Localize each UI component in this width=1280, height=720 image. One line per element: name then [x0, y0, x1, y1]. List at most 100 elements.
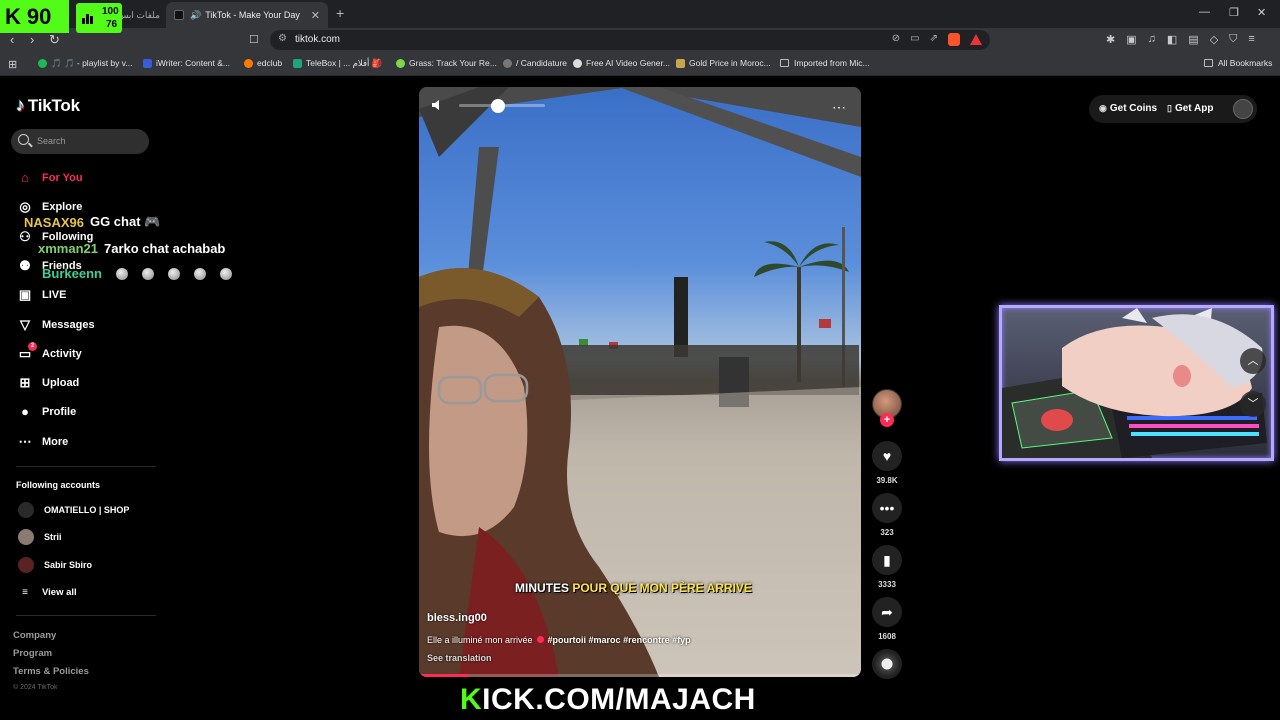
site-info-icon[interactable]: ⚙ [278, 33, 287, 44]
media-icon[interactable]: ♫ [1148, 33, 1156, 46]
video-description: Elle a illuminé mon arrivée #pourtoii #ma… [427, 635, 691, 645]
tab-label: TikTok - Make Your Day [205, 10, 300, 20]
extensions-icon[interactable]: ✱ [1106, 33, 1115, 46]
tab-audio-icon[interactable]: 🔊 [190, 10, 201, 21]
emote-icon [219, 267, 232, 280]
bookmark-telebox[interactable]: TeleBox | ... أفلام 🎒 [293, 58, 382, 69]
get-coins-button[interactable]: ◉ Get Coins [1099, 103, 1157, 114]
get-app-button[interactable]: ▯ Get App [1167, 103, 1213, 114]
browser-tab-active[interactable]: 🔊 TikTok - Make Your Day ✕ [166, 2, 328, 28]
share-action[interactable]: ➦ 1608 [872, 597, 902, 641]
more-icon: ⋯ [18, 434, 32, 449]
like-action[interactable]: ♥ 39.8K [872, 441, 902, 485]
search-input[interactable]: Search [11, 129, 149, 154]
menu-icon[interactable]: ≡ [1248, 33, 1254, 46]
following-account[interactable]: OMATIELLO | SHOP [18, 502, 129, 518]
new-tab-button[interactable]: + [336, 5, 344, 21]
live-icon: ▣ [18, 287, 32, 302]
video-player[interactable]: ⋯ MINUTES POUR QUE MON PÈRE ARRIVE bless… [419, 87, 861, 677]
nav-for-you[interactable]: ⌂ For You [16, 170, 82, 185]
bookmark-gold-price[interactable]: Gold Price in Moroc... [676, 58, 771, 68]
following-icon: ⚇ [19, 229, 31, 244]
top-right-actions: ◉ Get Coins ▯ Get App [1089, 95, 1257, 123]
nav-upload[interactable]: ⊞ Upload [16, 375, 80, 391]
stream-chat-line: NASAX96 GG chat 🎮 [24, 214, 161, 230]
prev-video-chevron-up-icon[interactable]: ︿ [1240, 348, 1266, 374]
bookmark-edclub[interactable]: edclub [244, 58, 282, 68]
emote-icon [193, 267, 206, 280]
nav-messages[interactable]: ▽ Messages [16, 317, 95, 333]
streamer-webcam-overlay [999, 305, 1274, 461]
all-bookmarks-button[interactable]: All Bookmarks [1204, 58, 1272, 68]
close-window-button[interactable]: ✕ [1257, 6, 1266, 19]
nav-explore[interactable]: ◎ Explore [16, 199, 82, 215]
video-more-icon[interactable]: ⋯ [832, 99, 847, 116]
divider [16, 466, 156, 467]
iwriter-icon [143, 58, 152, 68]
back-button[interactable]: ‹ [10, 32, 14, 48]
footer-company-link[interactable]: Company [13, 630, 56, 641]
video-progress-bar[interactable] [419, 674, 861, 677]
minimize-button[interactable]: — [1199, 6, 1210, 18]
follow-plus-button[interactable]: + [880, 413, 894, 427]
bookmark-playlist[interactable]: 🎵 🎵 - playlist by v... [38, 58, 132, 69]
brave-shields-icon[interactable] [948, 33, 960, 46]
user-avatar[interactable] [1233, 99, 1253, 119]
volume-knob[interactable] [491, 99, 505, 113]
sidebar-icon[interactable]: ◧ [1167, 33, 1177, 46]
volume-icon[interactable] [431, 99, 443, 111]
bookmark-imported-folder[interactable]: Imported from Mic... [780, 58, 870, 68]
folder-icon [1204, 59, 1213, 67]
vpn-icon[interactable]: ◇ [1210, 33, 1218, 46]
shield-icon[interactable]: ⛉ [1229, 33, 1237, 46]
bookmark-grass[interactable]: Grass: Track Your Re... [396, 58, 497, 68]
nav-more[interactable]: ⋯ More [16, 434, 69, 450]
footer-terms-link[interactable]: Terms & Policies [13, 666, 89, 677]
omnibox[interactable]: ⚙ tiktok.com ⊘ ▭ ⇗ [270, 30, 990, 50]
nav-activity[interactable]: ▭ 2 Activity [16, 342, 82, 362]
view-all-link[interactable]: ≡ View all [16, 587, 77, 598]
bookmark-page-icon[interactable]: ☐ [249, 32, 259, 48]
screenshot-icon[interactable]: ▣ [1126, 33, 1136, 46]
kick-follower-badge: K 90 [0, 0, 69, 33]
tab-close-icon[interactable]: ✕ [311, 9, 320, 22]
footer-program-link[interactable]: Program [13, 648, 52, 659]
wallet-icon[interactable]: ▤ [1188, 33, 1198, 46]
save-action[interactable]: ▮ 3333 [872, 545, 902, 589]
emote-row [115, 267, 232, 280]
folder-icon [780, 59, 789, 67]
following-account[interactable]: Sabir Sbiro [18, 557, 92, 573]
grass-icon [396, 58, 405, 68]
reload-button[interactable]: ↻ [49, 32, 60, 48]
bookmark-iwriter[interactable]: iWriter: Content &... [143, 58, 230, 68]
see-translation-link[interactable]: See translation [427, 653, 492, 663]
next-video-chevron-down-icon[interactable]: ﹀ [1240, 391, 1266, 417]
bookmark-candidature[interactable]: / Candidature [503, 58, 567, 68]
nav-live[interactable]: ▣ LIVE [16, 287, 67, 303]
nav-profile[interactable]: ● Profile [16, 404, 76, 419]
following-account[interactable]: Strii [18, 529, 62, 545]
video-username[interactable]: bless.ing00 [427, 612, 487, 624]
forward-button[interactable]: › [30, 32, 34, 48]
maximize-button[interactable]: ❐ [1229, 6, 1239, 19]
cast-icon[interactable]: ▭ [910, 33, 919, 46]
music-disc-icon[interactable] [872, 649, 902, 679]
share-icon[interactable]: ⇗ [930, 33, 938, 46]
bookmark-free-ai-video[interactable]: Free AI Video Gener... [573, 58, 670, 68]
omnibox-actions: ⊘ ▭ ⇗ [892, 33, 982, 46]
compass-icon: ◎ [19, 199, 31, 214]
apps-grid-icon[interactable]: ⊞ [8, 58, 17, 71]
comment-action[interactable]: ••• 323 [872, 493, 902, 537]
video-progress-fill [419, 674, 468, 677]
brave-rewards-icon[interactable] [970, 34, 982, 45]
url-text: tiktok.com [295, 34, 341, 45]
tab-label: ملفات ابس [117, 9, 160, 20]
viewer-count-badge: 100 76 [76, 3, 122, 33]
muted-icon[interactable]: ⊘ [892, 33, 900, 46]
following-accounts-title: Following accounts [16, 480, 101, 490]
stream-chat-line: Burkeenn [42, 266, 232, 281]
tiktok-logo[interactable]: ♪ TikTok [16, 95, 80, 116]
address-toolbar: ‹ › ↻ ☐ ⚙ tiktok.com ⊘ ▭ ⇗ ✱ ▣ ♫ ◧ ▤ ◇ ⛉… [0, 28, 1280, 52]
stream-chat-line: xmman21 7arko chat achabab [38, 241, 226, 256]
copyright-text: © 2024 TikTok [13, 684, 58, 690]
